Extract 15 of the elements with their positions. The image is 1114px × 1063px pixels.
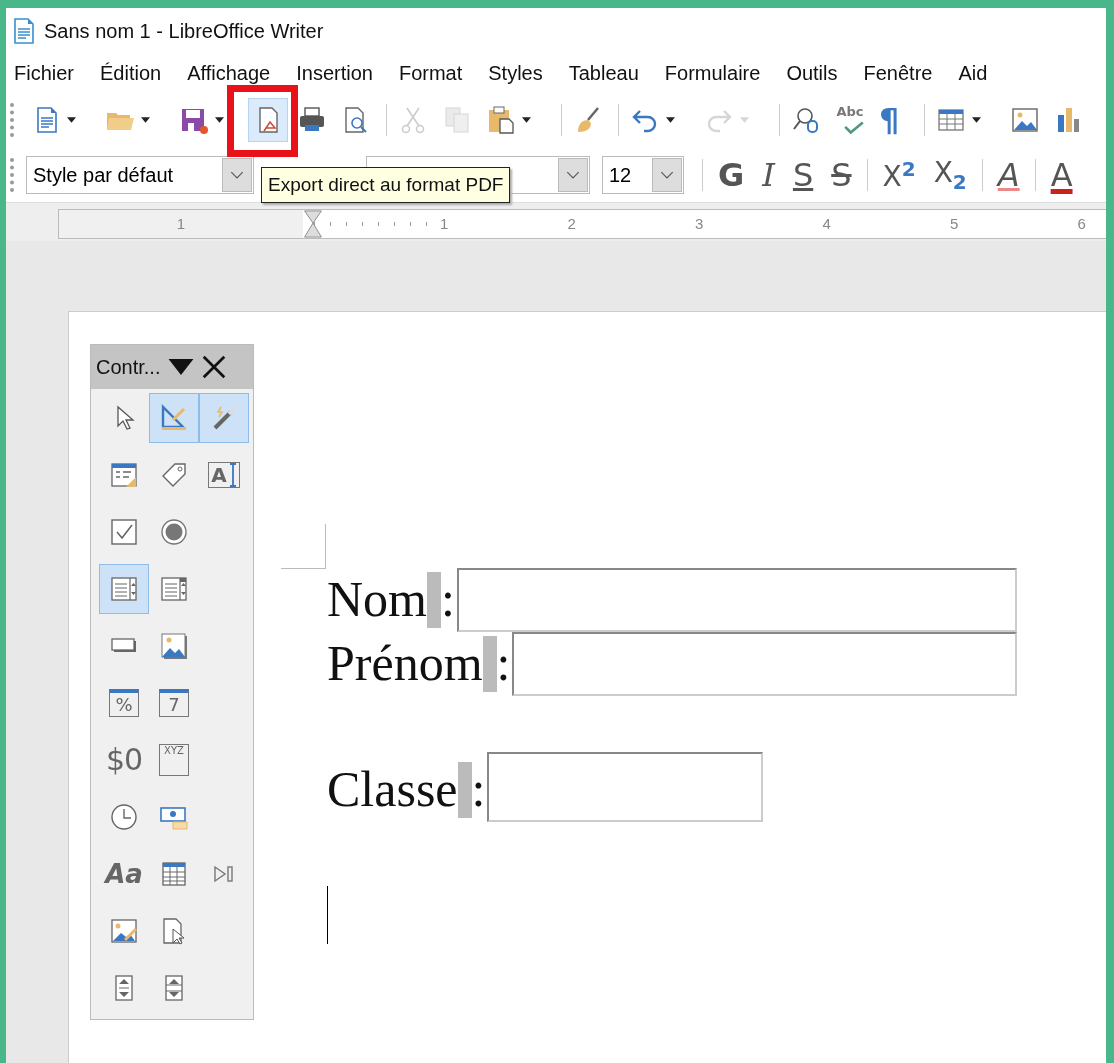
label-field-icon: A (208, 461, 240, 488)
field-label: Prénom (327, 638, 483, 693)
colon: : (441, 574, 455, 629)
colon: : (471, 764, 486, 819)
field-label: Classe (327, 760, 458, 819)
formatted-field-icon: Aa (105, 858, 143, 889)
numeric-field-icon: % (109, 688, 139, 717)
field-label: Nom (327, 574, 427, 629)
window-title: Sans nom 1 - LibreOffice Writer (44, 19, 324, 43)
pattern-field-icon: XYZ (159, 743, 189, 776)
palette-title: Contr... (96, 355, 161, 379)
tooltip: Export direct au format PDF (261, 167, 511, 203)
date-field-icon: 7 (159, 688, 189, 717)
currency-field-icon: $0 (105, 742, 143, 777)
colon: : (496, 638, 511, 693)
